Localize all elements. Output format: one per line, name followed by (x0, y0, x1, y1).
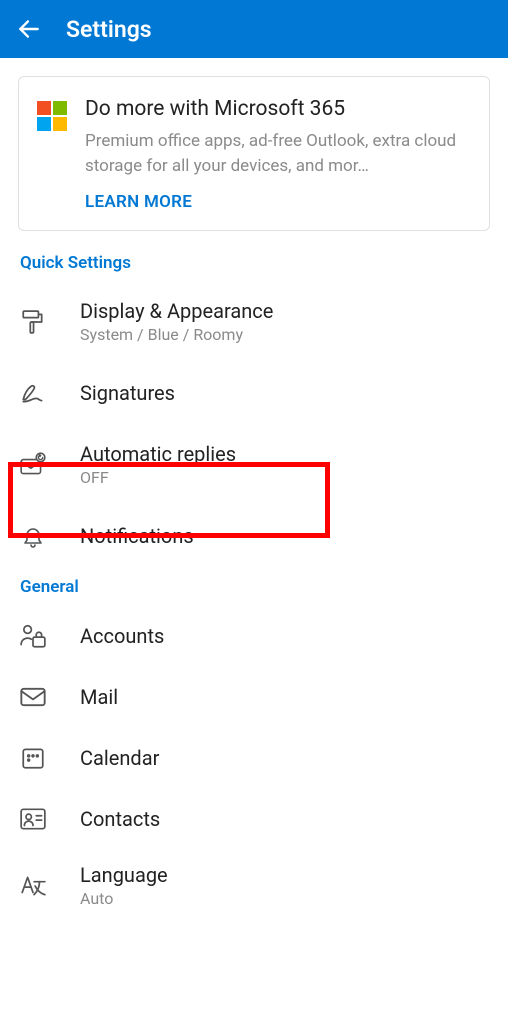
section-header-quick: Quick Settings (0, 243, 508, 281)
auto-reply-icon (18, 452, 48, 478)
bell-icon (18, 523, 48, 549)
back-arrow-icon[interactable] (16, 16, 42, 42)
app-header: Settings (0, 0, 508, 58)
item-title: Signatures (80, 381, 488, 405)
general-settings-list: Accounts Mail Calendar (0, 605, 508, 922)
item-title: Contacts (80, 807, 488, 831)
item-subtitle: OFF (80, 468, 488, 487)
item-display-appearance[interactable]: Display & Appearance System / Blue / Roo… (0, 281, 508, 362)
item-title: Notifications (80, 524, 488, 548)
language-icon (18, 873, 48, 899)
item-calendar[interactable]: Calendar (0, 727, 508, 789)
contacts-icon (18, 807, 48, 831)
item-subtitle: System / Blue / Roomy (80, 325, 488, 344)
calendar-icon (18, 745, 48, 771)
item-accounts[interactable]: Accounts (0, 605, 508, 667)
promo-content: Do more with Microsoft 365 Premium offic… (85, 97, 471, 212)
promo-title: Do more with Microsoft 365 (85, 97, 471, 121)
learn-more-link[interactable]: LEARN MORE (85, 192, 471, 212)
item-language[interactable]: Language Auto (0, 849, 508, 922)
item-signatures[interactable]: Signatures (0, 362, 508, 424)
item-title: Accounts (80, 624, 488, 648)
accounts-icon (18, 623, 48, 649)
item-notifications[interactable]: Notifications (0, 505, 508, 567)
item-automatic-replies[interactable]: Automatic replies OFF (0, 424, 508, 505)
item-title: Language (80, 863, 488, 887)
mail-icon (18, 686, 48, 708)
item-contacts[interactable]: Contacts (0, 789, 508, 849)
microsoft-logo-icon (37, 101, 67, 131)
item-title: Mail (80, 685, 488, 709)
item-mail[interactable]: Mail (0, 667, 508, 727)
item-title: Automatic replies (80, 442, 488, 466)
item-title: Display & Appearance (80, 299, 488, 323)
pen-icon (18, 380, 48, 406)
section-header-general: General (0, 567, 508, 605)
paint-roller-icon (18, 309, 48, 335)
page-title: Settings (66, 16, 152, 43)
item-title: Calendar (80, 746, 488, 770)
item-subtitle: Auto (80, 889, 488, 908)
quick-settings-list: Display & Appearance System / Blue / Roo… (0, 281, 508, 567)
promo-subtitle: Premium office apps, ad-free Outlook, ex… (85, 129, 471, 178)
promo-card[interactable]: Do more with Microsoft 365 Premium offic… (18, 76, 490, 231)
